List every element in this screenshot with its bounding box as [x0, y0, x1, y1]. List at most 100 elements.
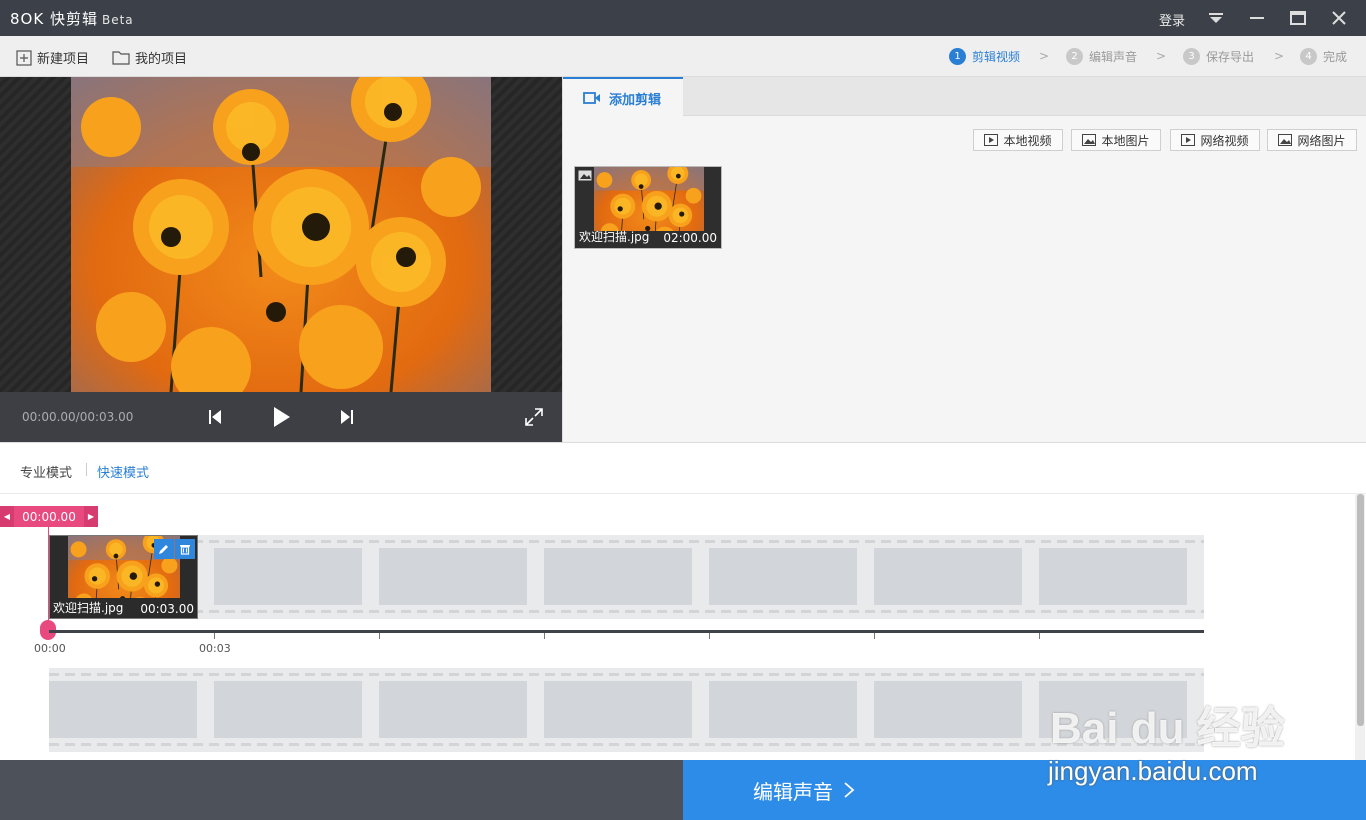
fullscreen-icon[interactable] — [522, 405, 546, 429]
playhead-line[interactable] — [48, 527, 49, 627]
new-project-button[interactable]: 新建项目 — [16, 48, 89, 67]
step-number: 3 — [1183, 48, 1200, 65]
title-bar: 8OK 快剪辑 Beta 登录 — [0, 0, 1366, 36]
audio-track[interactable] — [49, 668, 1204, 752]
ruler-tick-label: 00:00 — [34, 642, 66, 655]
time-ruler[interactable] — [49, 630, 1204, 633]
empty-slot — [214, 681, 362, 738]
preview-image — [71, 77, 491, 392]
online-video-label: 网络视频 — [1200, 133, 1249, 148]
empty-slot — [1039, 681, 1187, 738]
empty-slot — [709, 681, 857, 738]
video-preview[interactable] — [0, 77, 562, 392]
edit-pencil-icon[interactable] — [154, 539, 174, 559]
tab-label: 添加剪辑 — [609, 92, 662, 108]
delete-trash-icon[interactable] — [175, 539, 195, 559]
next-button-label: 编辑声音 — [753, 779, 833, 804]
folder-icon — [112, 51, 130, 65]
media-duration: 02:00.00 — [663, 231, 717, 245]
step-number: 1 — [949, 48, 966, 65]
play-icon[interactable] — [270, 405, 294, 429]
image-file-icon — [1082, 134, 1097, 146]
film-perforation — [49, 743, 1204, 746]
online-video-button[interactable]: 网络视频 — [1170, 129, 1260, 151]
ruler-tick — [214, 633, 215, 639]
toolbar: 新建项目 我的项目 1 剪辑视频 > 2 编辑声音 > 3 保存导出 > 4 完… — [0, 36, 1366, 77]
panel-tabs: 添加剪辑 — [563, 77, 1366, 117]
empty-slot — [214, 548, 362, 605]
menu-dropdown-icon[interactable] — [1204, 6, 1228, 30]
tab-add-clip[interactable]: 添加剪辑 — [563, 77, 683, 117]
empty-slot — [49, 681, 197, 738]
next-frame-icon[interactable] — [335, 405, 359, 429]
empty-slot — [709, 548, 857, 605]
film-perforation — [49, 673, 1204, 676]
film-perforation — [49, 610, 1204, 613]
app-title: 8OK 快剪辑 — [10, 10, 98, 28]
ruler-tick — [1039, 633, 1040, 639]
scrollbar-thumb[interactable] — [1357, 494, 1364, 726]
chevron-right-icon: > — [1274, 49, 1285, 63]
chevron-right-icon — [844, 782, 855, 798]
previous-frame-icon[interactable] — [203, 405, 227, 429]
ruler-tick — [874, 633, 875, 639]
my-projects-button[interactable]: 我的项目 — [112, 48, 187, 67]
video-camera-icon — [583, 92, 600, 104]
empty-slot — [1039, 548, 1187, 605]
online-image-icon — [1278, 134, 1293, 146]
clip-duration: 00:03.00 — [140, 602, 194, 616]
timeline-clip[interactable]: 欢迎扫描.jpg 00:03.00 — [49, 535, 198, 619]
footer-bar — [0, 760, 683, 820]
step-edit-audio[interactable]: 2 编辑声音 — [1066, 48, 1137, 65]
video-file-icon — [984, 134, 999, 146]
local-image-label: 本地图片 — [1101, 133, 1150, 148]
step-label: 剪辑视频 — [972, 50, 1021, 64]
media-thumbnail — [594, 167, 704, 231]
media-item[interactable]: 欢迎扫描.jpg 02:00.00 — [574, 166, 722, 249]
empty-slot — [874, 681, 1022, 738]
playback-time: 00:00.00/00:03.00 — [22, 410, 134, 424]
step-number: 4 — [1300, 48, 1317, 65]
my-projects-label: 我的项目 — [135, 52, 188, 67]
step-save-export[interactable]: 3 保存导出 — [1183, 48, 1254, 65]
step-done[interactable]: 4 完成 — [1300, 48, 1347, 65]
step-label: 编辑声音 — [1089, 50, 1138, 64]
empty-slot — [379, 681, 527, 738]
ruler-tick — [544, 633, 545, 639]
divider — [86, 463, 87, 476]
empty-slot — [379, 548, 527, 605]
close-icon[interactable] — [1327, 6, 1351, 30]
film-perforation — [49, 540, 1204, 543]
pro-mode-tab[interactable]: 专业模式 — [20, 462, 72, 481]
media-library-panel: 添加剪辑 本地视频 本地图片 网络视频 网络图片 欢迎扫描.jpg 02:00.… — [562, 77, 1366, 442]
step-number: 2 — [1066, 48, 1083, 65]
online-image-label: 网络图片 — [1297, 133, 1346, 148]
local-image-button[interactable]: 本地图片 — [1071, 129, 1161, 151]
chevron-right-icon: > — [1039, 49, 1050, 63]
empty-slot — [544, 681, 692, 738]
maximize-icon[interactable] — [1286, 6, 1310, 30]
login-link[interactable]: 登录 — [1159, 10, 1185, 29]
image-type-icon — [578, 170, 592, 184]
online-video-icon — [1181, 134, 1196, 146]
quick-mode-tab[interactable]: 快速模式 — [97, 462, 149, 481]
chevron-right-icon: > — [1156, 49, 1167, 63]
empty-slot — [874, 548, 1022, 605]
media-filename: 欢迎扫描.jpg — [579, 230, 650, 244]
online-image-button[interactable]: 网络图片 — [1267, 129, 1357, 151]
local-video-label: 本地视频 — [1003, 133, 1052, 148]
next-edit-audio-button[interactable]: 编辑声音 — [683, 760, 1366, 820]
video-track[interactable] — [49, 535, 1204, 619]
step-edit-video[interactable]: 1 剪辑视频 — [949, 48, 1020, 65]
new-project-label: 新建项目 — [37, 52, 90, 67]
ruler-tick-label: 00:03 — [199, 642, 231, 655]
timeline: 欢迎扫描.jpg 00:03.00 ◀ 00:00.00 ▶ 00:00 00:… — [0, 494, 1366, 760]
caret-right-icon[interactable]: ▶ — [84, 506, 98, 527]
caret-left-icon[interactable]: ◀ — [0, 506, 14, 527]
step-label: 完成 — [1323, 50, 1348, 64]
playhead-time-label[interactable]: ◀ 00:00.00 ▶ — [0, 506, 98, 527]
playhead-time: 00:00.00 — [22, 509, 76, 524]
local-video-button[interactable]: 本地视频 — [973, 129, 1063, 151]
plus-box-icon — [16, 49, 32, 66]
minimize-icon[interactable] — [1245, 6, 1269, 30]
